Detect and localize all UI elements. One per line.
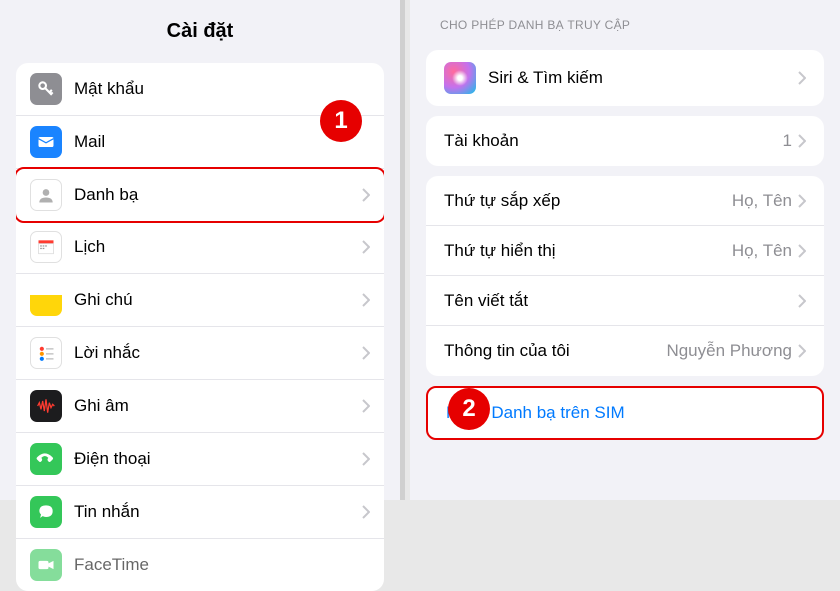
key-icon [30,73,62,105]
calendar-icon [30,231,62,263]
row-value: 1 [783,131,792,151]
chevron-right-icon [362,505,370,519]
sidebar-item-label: Lời nhắc [74,343,362,363]
sidebar-item-reminders[interactable]: Lời nhắc [16,327,384,380]
sidebar-item-label: FaceTime [74,555,370,575]
contacts-icon [30,179,62,211]
annotation-badge-1: 1 [320,100,362,142]
row-value: Nguyễn Phương [666,341,792,361]
chevron-right-icon [362,293,370,307]
row-label: Thứ tự hiển thị [444,241,732,261]
phone-icon [30,443,62,475]
row-label: Tài khoản [444,131,783,151]
pane-divider [400,0,405,500]
sort-order-row[interactable]: Thứ tự sắp xếp Họ, Tên [426,176,824,226]
row-label: Nhập Danh bạ trên SIM [446,403,804,423]
row-label: Siri & Tìm kiếm [488,68,798,88]
reminders-icon [30,337,62,369]
chevron-right-icon [362,240,370,254]
notes-icon [30,284,62,316]
sidebar-item-label: Lịch [74,237,362,257]
chevron-right-icon [798,194,806,208]
short-name-row[interactable]: Tên viết tắt [426,276,824,326]
settings-sidebar: Cài đặt Mật khẩu Mail Danh bạ [0,0,400,500]
sidebar-item-contacts[interactable]: Danh bạ [16,167,384,223]
sidebar-item-label: Danh bạ [74,185,362,205]
facetime-icon [30,549,62,581]
chevron-right-icon [798,294,806,308]
row-value: Họ, Tên [732,191,792,211]
section-header: CHO PHÉP DANH BẠ TRUY CẬP [410,0,840,40]
chevron-right-icon [362,188,370,202]
sidebar-item-label: Mật khẩu [74,79,370,99]
messages-icon [30,496,62,528]
sidebar-item-facetime[interactable]: FaceTime [16,539,384,591]
sidebar-item-label: Ghi âm [74,396,362,416]
sidebar-item-calendar[interactable]: Lịch [16,221,384,274]
contacts-options-group: Thứ tự sắp xếp Họ, Tên Thứ tự hiển thị H… [426,176,824,376]
sidebar-item-voice-memos[interactable]: Ghi âm [16,380,384,433]
voice-memos-icon [30,390,62,422]
sidebar-item-label: Tin nhắn [74,502,362,522]
accounts-row[interactable]: Tài khoản 1 [426,116,824,166]
sidebar-item-notes[interactable]: Ghi chú [16,274,384,327]
mail-icon [30,126,62,158]
chevron-right-icon [798,344,806,358]
accounts-group: Tài khoản 1 [426,116,824,166]
sidebar-item-phone[interactable]: Điện thoại [16,433,384,486]
chevron-right-icon [798,134,806,148]
sidebar-item-label: Điện thoại [74,449,362,469]
settings-list: Mật khẩu Mail Danh bạ Lịch [16,63,384,591]
siri-group: Siri & Tìm kiếm [426,50,824,106]
row-label: Tên viết tắt [444,291,798,311]
annotation-badge-2: 2 [448,388,490,430]
chevron-right-icon [798,71,806,85]
siri-search-row[interactable]: Siri & Tìm kiếm [426,50,824,106]
siri-icon [444,62,476,94]
chevron-right-icon [798,244,806,258]
sidebar-item-messages[interactable]: Tin nhắn [16,486,384,539]
row-label: Thứ tự sắp xếp [444,191,732,211]
chevron-right-icon [362,452,370,466]
display-order-row[interactable]: Thứ tự hiển thị Họ, Tên [426,226,824,276]
row-value: Họ, Tên [732,241,792,261]
row-label: Thông tin của tôi [444,341,666,361]
chevron-right-icon [362,399,370,413]
my-info-row[interactable]: Thông tin của tôi Nguyễn Phương [426,326,824,376]
chevron-right-icon [362,346,370,360]
sidebar-item-label: Ghi chú [74,290,362,310]
page-title: Cài đặt [0,0,400,63]
